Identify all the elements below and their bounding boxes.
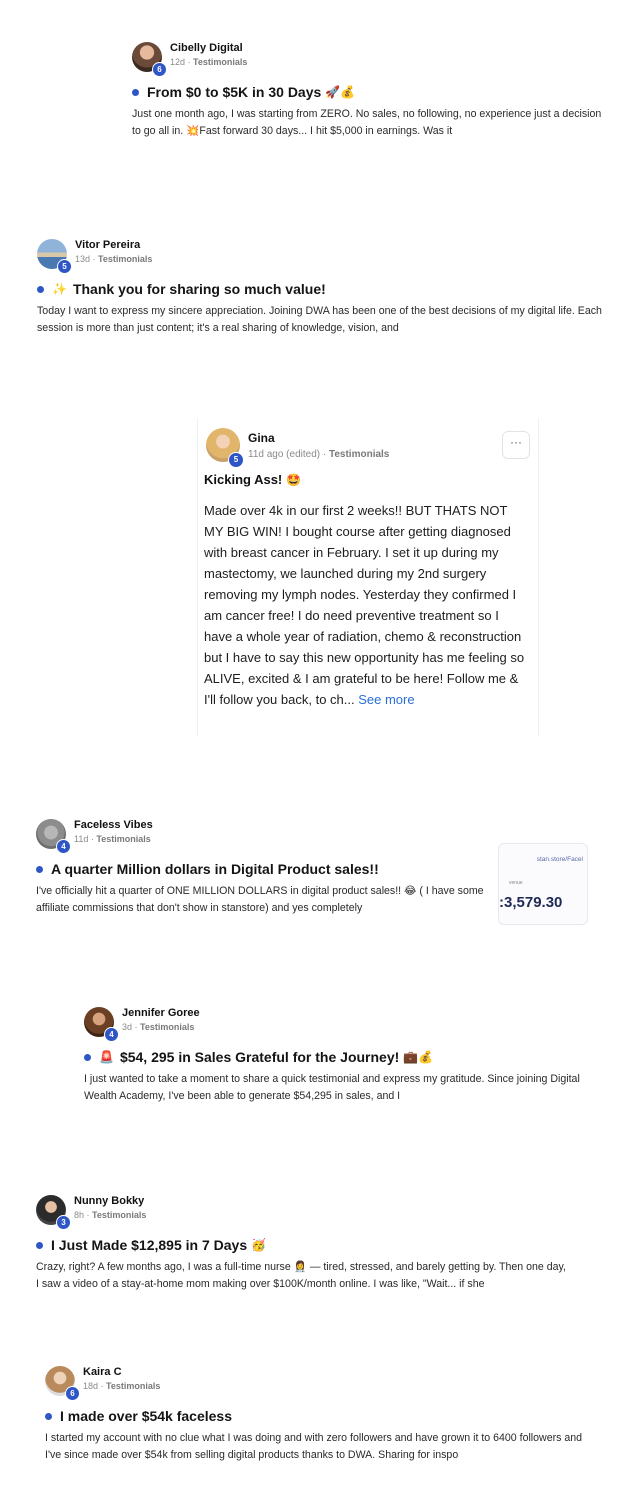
post-time: 11d	[74, 834, 89, 844]
title-emoji: 🤩	[286, 473, 302, 487]
post-title[interactable]: Kicking Ass! 🤩	[204, 472, 301, 487]
unread-dot-icon	[45, 1412, 52, 1420]
meta-separator: ·	[185, 57, 194, 67]
title-emoji: 💼💰	[403, 1050, 434, 1064]
post-title[interactable]: I made over $54k faceless	[45, 1408, 595, 1424]
author-name[interactable]: Gina	[248, 431, 275, 445]
post-header: 4 Jennifer Goree 3d · Testimonials	[84, 1007, 604, 1043]
category-link[interactable]: Testimonials	[96, 834, 150, 844]
category-link[interactable]: Testimonials	[193, 57, 247, 67]
post-time: 3d	[122, 1022, 133, 1032]
post-title-text: From $0 to $5K in 30 Days	[147, 84, 322, 100]
post-meta: 18d · Testimonials	[83, 1381, 160, 1391]
post-header: 6 Kaira C 18d · Testimonials	[45, 1366, 595, 1402]
post-meta: 3d · Testimonials	[122, 1022, 194, 1032]
post-preview: Crazy, right? A few months ago, I was a …	[36, 1261, 566, 1290]
post-title-text: $54, 295 in Sales Grateful for the Journ…	[119, 1049, 400, 1065]
post-time: 8h	[74, 1210, 85, 1220]
meta-separator: ·	[132, 1022, 141, 1032]
post-body-text: Made over 4k in our first 2 weeks!! BUT …	[204, 503, 525, 707]
post-meta: 11d · Testimonials	[74, 834, 151, 844]
post-header: 5 Gina 11d ago (edited) · Testimonials	[206, 428, 506, 468]
post-preview: I've officially hit a quarter of ONE MIL…	[36, 885, 484, 914]
author-name[interactable]: Jennifer Goree	[122, 1007, 200, 1019]
post-header: 4 Faceless Vibes 11d · Testimonials	[36, 819, 486, 855]
post-vitor[interactable]: 5 Vitor Pereira 13d · Testimonials ✨ Tha…	[37, 239, 607, 337]
category-link[interactable]: Testimonials	[106, 1381, 160, 1391]
post-preview: Just one month ago, I was starting from …	[132, 108, 602, 137]
level-badge: 5	[57, 259, 72, 274]
author-name[interactable]: Nunny Bokky	[74, 1195, 144, 1207]
category-link[interactable]: Testimonials	[140, 1022, 194, 1032]
post-time: 18d	[83, 1381, 99, 1391]
post-kaira[interactable]: 6 Kaira C 18d · Testimonials I made over…	[45, 1366, 595, 1464]
post-body: Made over 4k in our first 2 weeks!! BUT …	[204, 500, 530, 710]
post-cibelly[interactable]: 6 Cibelly Digital 12d · Testimonials Fro…	[132, 42, 602, 140]
author-name[interactable]: Kaira C	[83, 1366, 122, 1378]
post-title-text: Kicking Ass!	[204, 472, 283, 487]
author-name[interactable]: Vitor Pereira	[75, 239, 140, 251]
category-link[interactable]: Testimonials	[329, 449, 389, 460]
post-preview: I started my account with no clue what I…	[45, 1432, 583, 1461]
more-options-button[interactable]: ···	[502, 431, 530, 459]
level-badge: 5	[228, 452, 244, 468]
author-name[interactable]: Faceless Vibes	[74, 819, 153, 831]
post-meta: 13d · Testimonials	[75, 254, 152, 264]
unread-dot-icon	[36, 1241, 43, 1249]
thumbnail-url: stan.store/Facel	[536, 856, 583, 863]
post-title-text: I made over $54k faceless	[60, 1408, 233, 1424]
post-title-text: I Just Made $12,895 in 7 Days	[51, 1237, 248, 1253]
meta-separator: ·	[84, 1210, 93, 1220]
unread-dot-icon	[84, 1053, 91, 1061]
category-link[interactable]: Testimonials	[92, 1210, 146, 1220]
see-more-link[interactable]: See more	[358, 692, 414, 707]
author-name[interactable]: Cibelly Digital	[170, 42, 243, 54]
post-faceless-vibes[interactable]: 4 Faceless Vibes 11d · Testimonials A qu…	[36, 819, 486, 917]
title-emoji: 🚀💰	[325, 85, 356, 99]
meta-separator: ·	[320, 449, 329, 460]
thumbnail-revenue: :3,579.30	[499, 894, 563, 911]
post-time: 11d ago (edited)	[248, 449, 321, 460]
level-badge: 4	[104, 1027, 119, 1042]
thumbnail-label: venue	[509, 880, 523, 886]
post-preview: Today I want to express my sincere appre…	[37, 305, 602, 334]
post-thumbnail[interactable]: stan.store/Facel venue :3,579.30	[498, 843, 588, 925]
sparkles-icon: ✨	[52, 282, 67, 296]
post-title-text: Thank you for sharing so much value!	[72, 281, 326, 297]
meta-separator: ·	[90, 254, 99, 264]
post-title[interactable]: 🚨 $54, 295 in Sales Grateful for the Jou…	[84, 1049, 604, 1065]
post-title-text: A quarter Million dollars in Digital Pro…	[51, 861, 379, 877]
post-meta: 8h · Testimonials	[74, 1210, 146, 1220]
unread-dot-icon	[36, 865, 43, 873]
title-emoji: 🥳	[251, 1238, 267, 1252]
post-time: 13d	[75, 254, 91, 264]
post-jennifer[interactable]: 4 Jennifer Goree 3d · Testimonials 🚨 $54…	[84, 1007, 604, 1105]
post-title[interactable]: I Just Made $12,895 in 7 Days 🥳	[36, 1237, 566, 1253]
unread-dot-icon	[132, 88, 139, 96]
post-title[interactable]: A quarter Million dollars in Digital Pro…	[36, 861, 486, 877]
category-link[interactable]: Testimonials	[98, 254, 152, 264]
post-meta: 12d · Testimonials	[170, 57, 247, 67]
post-header: 5 Vitor Pereira 13d · Testimonials	[37, 239, 607, 275]
post-nunny[interactable]: 3 Nunny Bokky 8h · Testimonials I Just M…	[36, 1195, 566, 1293]
post-header: 3 Nunny Bokky 8h · Testimonials	[36, 1195, 566, 1231]
post-title[interactable]: ✨ Thank you for sharing so much value!	[37, 281, 607, 297]
meta-separator: ·	[98, 1381, 107, 1391]
post-preview: I just wanted to take a moment to share …	[84, 1073, 580, 1102]
unread-dot-icon	[37, 285, 44, 293]
level-badge: 4	[56, 839, 71, 854]
siren-icon: 🚨	[99, 1050, 114, 1064]
level-badge: 6	[152, 62, 167, 77]
post-header: 6 Cibelly Digital 12d · Testimonials	[132, 42, 602, 78]
post-gina[interactable]: 5 Gina 11d ago (edited) · Testimonials ·…	[197, 418, 539, 736]
level-badge: 3	[56, 1215, 71, 1230]
post-time: 12d	[170, 57, 186, 67]
post-title[interactable]: From $0 to $5K in 30 Days 🚀💰	[132, 84, 602, 100]
level-badge: 6	[65, 1386, 80, 1401]
post-meta: 11d ago (edited) · Testimonials	[248, 449, 389, 460]
